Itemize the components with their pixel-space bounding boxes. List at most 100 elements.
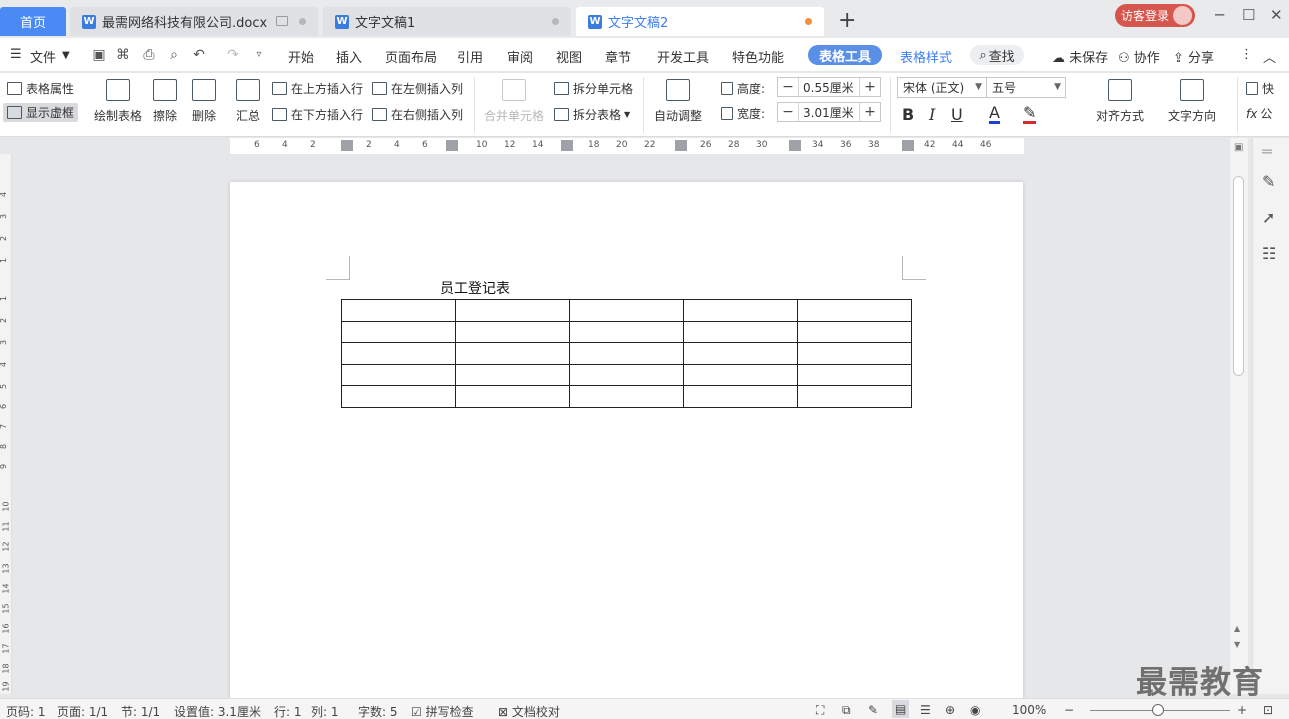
height-decrement-button[interactable]: − <box>778 79 798 95</box>
table-cell[interactable] <box>797 363 912 386</box>
tab-table-style[interactable]: 表格样式 <box>900 47 952 66</box>
erase-button[interactable]: 擦除 <box>153 79 177 124</box>
table-cell[interactable] <box>455 342 570 365</box>
italic-button[interactable]: I <box>929 105 935 124</box>
menu-view[interactable]: 视图 <box>556 47 582 66</box>
merge-cells-button[interactable]: 合并单元格 <box>484 79 544 124</box>
table-cell[interactable] <box>455 299 570 322</box>
quick-calc-button[interactable]: 快 <box>1246 80 1274 97</box>
table-cell[interactable] <box>683 342 798 365</box>
status-column[interactable]: 列: 1 <box>311 703 339 719</box>
underline-button[interactable]: U <box>951 105 963 124</box>
scroll-up-icon[interactable]: ▲ <box>1234 624 1240 633</box>
cursor-icon[interactable]: ➚ <box>1262 208 1275 227</box>
panel-toggle-icon[interactable]: ▣ <box>1234 142 1243 153</box>
employee-table[interactable] <box>341 299 912 408</box>
pen-icon[interactable]: ✎ <box>1262 172 1275 191</box>
fullscreen-icon[interactable]: ⛶ <box>816 703 824 718</box>
align-button[interactable]: 对齐方式 <box>1096 79 1144 124</box>
format-painter-icon[interactable]: ⌘ <box>116 48 130 62</box>
status-word-count[interactable]: 字数: 5 <box>358 703 398 719</box>
table-cell[interactable] <box>569 363 684 386</box>
draw-table-button[interactable]: 绘制表格 <box>94 79 142 124</box>
ruler-column-marker[interactable] <box>675 140 687 151</box>
zoom-level-select[interactable]: 100% <box>1012 703 1046 717</box>
menu-special[interactable]: 特色功能 <box>732 47 784 66</box>
document-title[interactable]: 员工登记表 <box>440 278 510 298</box>
insert-row-above-button[interactable]: 在上方插入行 <box>272 80 363 97</box>
redo-icon[interactable]: ↷ <box>226 48 240 62</box>
chevron-down-icon[interactable]: ▿ <box>252 48 266 62</box>
ruler-column-marker[interactable] <box>561 140 573 151</box>
formula-button[interactable]: fx 公 <box>1246 105 1272 122</box>
chevron-down-icon[interactable]: ▼ <box>62 50 70 61</box>
fit-page-icon[interactable]: ⊡ <box>1263 703 1273 717</box>
unsaved-button[interactable]: ☁ 未保存 <box>1052 47 1108 66</box>
status-section[interactable]: 节: 1/1 <box>121 703 160 719</box>
panel-handle-icon[interactable]: ═ <box>1262 142 1272 161</box>
split-table-button[interactable]: 拆分表格 ▼ <box>554 106 630 123</box>
ruler-indent-marker[interactable] <box>341 140 353 151</box>
width-value[interactable]: 3.01厘米 <box>798 103 860 121</box>
highlight-icon[interactable]: ✎ <box>1023 105 1037 124</box>
menu-page-layout[interactable]: 页面布局 <box>385 47 437 66</box>
font-size-select[interactable]: 五号 ▼ <box>986 77 1066 98</box>
maximize-icon[interactable]: ☐ <box>1242 6 1255 24</box>
menu-reference[interactable]: 引用 <box>457 47 483 66</box>
web-view-icon[interactable]: ⊕ <box>945 703 955 717</box>
undo-icon[interactable]: ↶ <box>192 48 206 62</box>
height-value[interactable]: 0.55厘米 <box>798 78 860 96</box>
spell-check-button[interactable]: ☑ 拼写检查 <box>411 703 474 719</box>
guest-login-button[interactable]: 访客登录 <box>1115 4 1195 27</box>
status-setting-value[interactable]: 设置值: 3.1厘米 <box>174 703 261 719</box>
width-stepper[interactable]: − 3.01厘米 + <box>777 102 881 122</box>
document-page[interactable]: 员工登记表 <box>230 182 1023 702</box>
page-view-icon[interactable]: ▤ <box>892 700 910 718</box>
vertical-scrollbar[interactable]: ▣ ▲ ▼ <box>1230 138 1248 694</box>
font-name-select[interactable]: 宋体 (正文) ▼ <box>897 77 987 98</box>
new-tab-button[interactable]: + <box>838 9 856 33</box>
print-icon[interactable]: ⎙ <box>142 48 156 62</box>
delete-button[interactable]: 删除 <box>192 79 216 124</box>
auto-fit-button[interactable]: 自动调整 <box>654 79 702 124</box>
table-cell[interactable] <box>341 320 456 343</box>
menu-insert[interactable]: 插入 <box>336 47 362 66</box>
tab-home[interactable]: 首页 <box>0 7 66 36</box>
hamburger-icon[interactable]: ☰ <box>10 47 22 62</box>
height-increment-button[interactable]: + <box>860 79 880 95</box>
monitor-icon[interactable] <box>276 16 288 26</box>
table-cell[interactable] <box>569 320 684 343</box>
outline-view-icon[interactable]: ☰ <box>920 703 931 717</box>
table-cell[interactable] <box>341 299 456 322</box>
status-page-number[interactable]: 页码: 1 <box>6 703 46 719</box>
zoom-in-button[interactable]: + <box>1237 703 1247 717</box>
height-stepper[interactable]: − 0.55厘米 + <box>777 77 881 97</box>
insert-col-left-button[interactable]: 在左侧插入列 <box>372 80 463 97</box>
menu-home[interactable]: 开始 <box>288 47 314 66</box>
vertical-ruler[interactable]: 4 3 2 1 1 2 3 4 5 6 7 8 9 10 11 12 13 14… <box>0 154 12 694</box>
collab-button[interactable]: ⚇ 协作 <box>1118 47 1160 66</box>
table-cell[interactable] <box>569 385 684 408</box>
tab-doc-1[interactable]: W 文字文稿1 <box>323 7 571 36</box>
more-icon[interactable]: ⋮ <box>1240 47 1253 62</box>
table-cell[interactable] <box>455 363 570 386</box>
tab-status-dot[interactable] <box>552 18 559 25</box>
reading-mode-icon[interactable]: ⧉ <box>842 703 851 718</box>
share-button[interactable]: ⇪ 分享 <box>1173 47 1214 66</box>
scroll-down-icon[interactable]: ▼ <box>1234 640 1240 649</box>
ruler-column-marker[interactable] <box>902 140 914 151</box>
bold-button[interactable]: B <box>902 105 914 124</box>
table-cell[interactable] <box>797 320 912 343</box>
menu-chapter[interactable]: 章节 <box>605 47 631 66</box>
table-cell[interactable] <box>341 385 456 408</box>
close-icon[interactable]: ✕ <box>1270 6 1283 24</box>
table-cell[interactable] <box>683 385 798 408</box>
show-gridlines-button[interactable]: 显示虚框 <box>3 103 79 122</box>
status-row[interactable]: 行: 1 <box>274 703 302 719</box>
menu-developer[interactable]: 开发工具 <box>657 47 709 66</box>
insert-col-right-button[interactable]: 在右侧插入列 <box>372 106 463 123</box>
text-direction-button[interactable]: 文字方向 <box>1168 79 1216 124</box>
settings-sliders-icon[interactable]: ☷ <box>1262 244 1276 263</box>
ruler-column-marker[interactable] <box>446 140 458 151</box>
summary-button[interactable]: 汇总 <box>236 79 260 124</box>
